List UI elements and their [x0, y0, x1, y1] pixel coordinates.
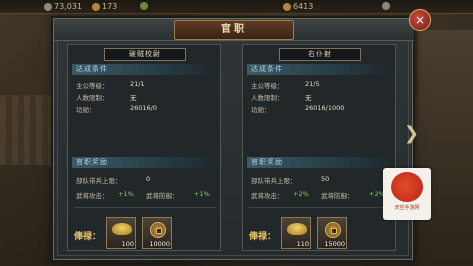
resource-item	[382, 2, 390, 10]
copper-icon	[283, 2, 291, 11]
requirements-header: 达成条件	[72, 64, 218, 75]
attack-value: +1%	[118, 190, 134, 198]
copper-coin-icon	[325, 222, 341, 238]
troop-cap-row: 部队带兵上限： 0	[76, 175, 150, 185]
gold-ingot-icon	[287, 223, 307, 235]
reward-item-gold[interactable]: 100	[106, 217, 136, 249]
resource-item: 73,031	[44, 2, 82, 11]
resource-icon	[44, 2, 52, 11]
requirements-header: 达成条件	[247, 64, 393, 75]
current-rank-panel: 破贼校尉 达成条件 主公等级： 21/1 人数限制： 无 功勋： 26016/0…	[67, 44, 221, 251]
lord-level-value: 21/1	[130, 80, 145, 88]
resource-item	[140, 2, 148, 10]
merit-value: 26016/1000	[305, 104, 345, 112]
rewards-header: 官职奖励	[247, 157, 393, 168]
watermark-badge: 天空手游网	[383, 168, 431, 220]
troop-cap-label: 部队带兵上限：	[251, 177, 297, 185]
background-pillar	[418, 30, 473, 266]
resource-value: 173	[102, 2, 118, 11]
dialog-title-bar: 官职	[54, 19, 414, 41]
grain-icon	[140, 2, 148, 10]
merit-row: 功勋： 26016/0	[76, 104, 157, 114]
merit-label: 功勋：	[76, 106, 96, 114]
resource-bar: 73,031 173 6413	[0, 0, 473, 14]
troop-cap-value: 0	[146, 175, 151, 183]
divider	[249, 207, 391, 208]
count-limit-row: 人数限制： 无	[251, 92, 312, 102]
lord-level-label: 主公等级：	[251, 82, 284, 90]
troop-cap-label: 部队带兵上限：	[76, 177, 122, 185]
attack-value: +2%	[293, 190, 309, 198]
reward-item-gold[interactable]: 110	[281, 217, 311, 249]
watermark-text: 天空手游网	[394, 205, 420, 211]
rewards-header: 官职奖励	[72, 157, 218, 168]
salary-label: 俸禄：	[74, 232, 102, 242]
salary-label: 俸禄：	[249, 232, 277, 242]
next-rank-panel: 右仆射 达成条件 主公等级： 21/5 人数限制： 无 功勋： 26016/10…	[242, 44, 396, 251]
count-limit-label: 人数限制：	[76, 94, 109, 102]
resource-item: 6413	[283, 2, 313, 11]
reward-quantity: 110	[296, 240, 309, 248]
merit-row: 功勋： 26016/1000	[251, 104, 344, 114]
merit-value: 26016/0	[130, 104, 158, 112]
rank-name: 右仆射	[279, 48, 361, 61]
defense-label: 武将防御：	[321, 192, 354, 200]
attack-value-wrap: +2%	[293, 190, 309, 198]
resource-value: 73,031	[54, 2, 82, 11]
count-limit-value: 无	[130, 94, 137, 102]
reward-item-copper[interactable]: 15000	[317, 217, 347, 249]
troop-cap-value: 50	[321, 175, 330, 183]
reward-quantity: 10000	[149, 240, 170, 248]
attack-label: 武将攻击：	[76, 192, 109, 200]
resource-icon	[382, 2, 390, 10]
lord-level-row: 主公等级： 21/1	[76, 80, 145, 90]
reward-quantity: 15000	[324, 240, 345, 248]
count-limit-value: 无	[305, 94, 312, 102]
copper-coin-icon	[150, 222, 166, 238]
resource-item: 173	[92, 2, 117, 11]
resource-value: 6413	[293, 2, 314, 11]
defense-value-wrap: +1%	[194, 190, 210, 198]
lord-level-label: 主公等级：	[76, 82, 109, 90]
official-rank-dialog: 官职 破贼校尉 达成条件 主公等级： 21/1 人数限制： 无 功勋： 2601…	[53, 18, 414, 260]
gold-icon	[92, 2, 100, 11]
lord-level-value: 21/5	[305, 80, 320, 88]
reward-item-copper[interactable]: 10000	[142, 217, 172, 249]
attack-label: 武将攻击：	[251, 192, 284, 200]
merit-label: 功勋：	[251, 106, 271, 114]
divider	[74, 207, 216, 208]
troop-cap-row: 部队带兵上限： 50	[251, 175, 329, 185]
count-limit-label: 人数限制：	[251, 94, 284, 102]
next-arrow-icon[interactable]: ❯	[404, 123, 419, 145]
count-limit-row: 人数限制： 无	[76, 92, 137, 102]
attack-value-wrap: +1%	[118, 190, 134, 198]
defense-label: 武将防御：	[146, 192, 179, 200]
lord-level-row: 主公等级： 21/5	[251, 80, 320, 90]
close-button[interactable]: ×	[409, 9, 431, 31]
gold-ingot-icon	[112, 223, 132, 235]
rank-name: 破贼校尉	[104, 48, 186, 61]
defense-value: +1%	[194, 190, 210, 198]
watermark-logo-icon	[391, 172, 423, 202]
reward-quantity: 100	[121, 240, 134, 248]
dialog-title: 官职	[174, 20, 294, 40]
